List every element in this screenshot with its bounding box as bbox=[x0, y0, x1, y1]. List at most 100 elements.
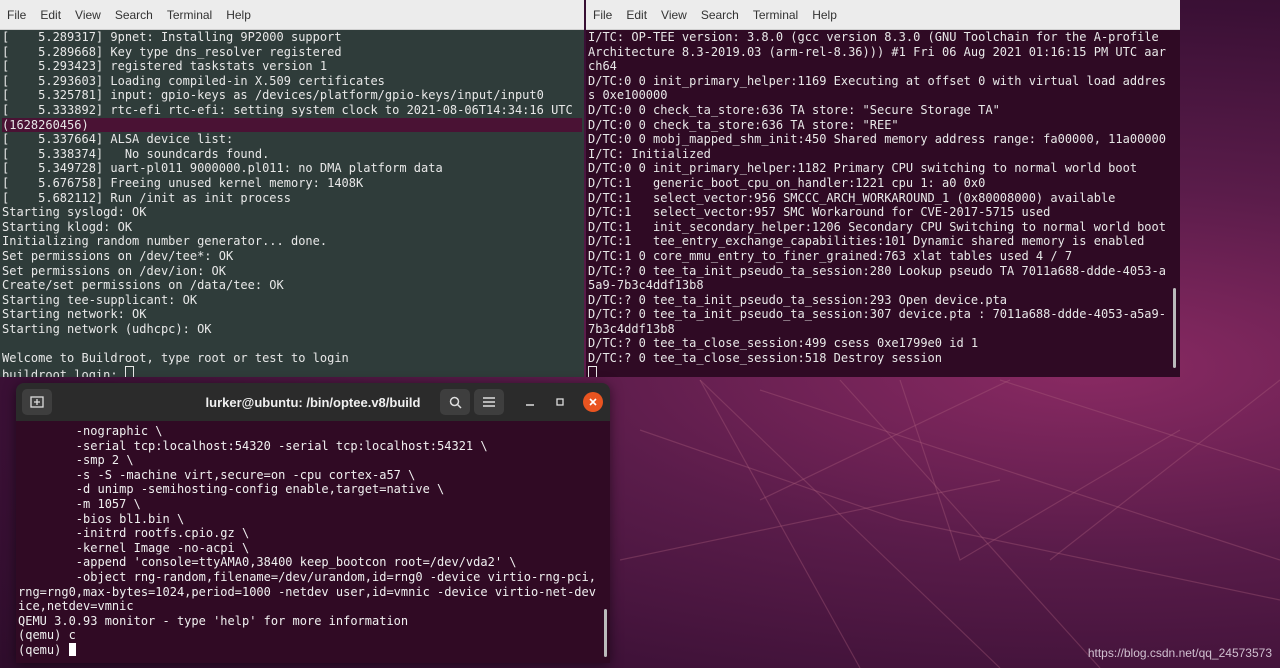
terminal-line: -bios bl1.bin \ bbox=[18, 511, 185, 526]
terminal-line: [ 5.293603] Loading compiled-in X.509 ce… bbox=[2, 73, 385, 88]
terminal-line: -s -S -machine virt,secure=on -cpu corte… bbox=[18, 467, 416, 482]
terminal-line-highlighted: (1628260456) bbox=[2, 117, 582, 133]
minimize-button[interactable] bbox=[520, 392, 540, 412]
terminal-line: [ 5.676758] Freeing unused kernel memory… bbox=[2, 175, 364, 190]
text-cursor bbox=[68, 642, 76, 656]
menu-search[interactable]: Search bbox=[694, 8, 746, 22]
menu-help[interactable]: Help bbox=[219, 8, 258, 22]
terminal-line: D/TC:1 generic_boot_cpu_on_handler:1221 … bbox=[588, 175, 986, 190]
qemu-prompt: (qemu) bbox=[18, 642, 69, 657]
terminal-line: -append 'console=ttyAMA0,38400 keep_boot… bbox=[18, 555, 517, 570]
terminal-line: D/TC:0 0 init_primary_helper:1169 Execut… bbox=[588, 73, 1166, 88]
terminal-line: Initializing random number generator... … bbox=[2, 234, 328, 249]
qemu-prompt-line[interactable]: (qemu) bbox=[18, 642, 608, 658]
terminal-line: [ 5.289317] 9pnet: Installing 9P2000 sup… bbox=[2, 30, 342, 44]
terminal-line: D/TC:1 tee_entry_exchange_capabilities:1… bbox=[588, 234, 1145, 249]
terminal-line: I/TC: OP-TEE version: 3.8.0 (gcc version… bbox=[588, 30, 1159, 44]
terminal-line: Set permissions on /dev/tee*: OK bbox=[2, 248, 234, 263]
terminal-line: -nographic \ bbox=[18, 424, 163, 438]
terminal-line: D/TC:0 0 mobj_mapped_shm_init:450 Shared… bbox=[588, 132, 1166, 147]
menu-help[interactable]: Help bbox=[805, 8, 844, 22]
scrollbar[interactable] bbox=[1173, 288, 1176, 368]
menu-view[interactable]: View bbox=[654, 8, 694, 22]
minimize-icon bbox=[526, 404, 534, 406]
terminal-line: -m 1057 \ bbox=[18, 496, 141, 511]
terminal-line: D/TC:? 0 tee_ta_close_session:518 Destro… bbox=[588, 351, 943, 366]
terminal-line: -d unimp -semihosting-config enable,targ… bbox=[18, 482, 445, 497]
terminal-line: D/TC:1 select_vector:956 SMCCC_ARCH_WORK… bbox=[588, 190, 1116, 205]
terminal-line: [ 5.333892] rtc-efi rtc-efi: setting sys… bbox=[2, 102, 573, 117]
secure-world-terminal-window[interactable]: File Edit View Search Terminal Help I/TC… bbox=[586, 0, 1180, 377]
terminal-line: -smp 2 \ bbox=[18, 453, 134, 468]
terminal-line: Starting network (udhcpc): OK bbox=[2, 321, 212, 336]
login-prompt-line[interactable]: buildroot login: bbox=[2, 365, 582, 377]
search-button[interactable] bbox=[440, 389, 470, 415]
build-terminal-window[interactable]: lurker@ubuntu: /bin/optee.v8/build -nogr… bbox=[16, 383, 610, 663]
text-cursor bbox=[588, 365, 597, 377]
menu-file[interactable]: File bbox=[0, 8, 33, 22]
terminal-line: -serial tcp:localhost:54320 -serial tcp:… bbox=[18, 438, 488, 453]
terminal-line: ch64 bbox=[588, 59, 617, 74]
menu-edit[interactable]: Edit bbox=[33, 8, 68, 22]
terminal-line: -kernel Image -no-acpi \ bbox=[18, 540, 250, 555]
terminal-output[interactable]: -nographic \ -serial tcp:localhost:54320… bbox=[16, 421, 610, 663]
terminal-output[interactable]: [ 5.289317] 9pnet: Installing 9P2000 sup… bbox=[0, 30, 584, 377]
cursor-line[interactable] bbox=[588, 365, 1178, 377]
terminal-line: D/TC:? 0 tee_ta_init_pseudo_ta_session:2… bbox=[588, 292, 1008, 307]
hamburger-menu-button[interactable] bbox=[474, 389, 504, 415]
menu-terminal[interactable]: Terminal bbox=[160, 8, 219, 22]
new-tab-icon bbox=[30, 396, 44, 408]
terminal-line: D/TC:? 0 tee_ta_close_session:499 csess … bbox=[588, 336, 979, 351]
login-prompt: buildroot login: bbox=[2, 367, 125, 377]
terminal-line: -object rng-random,filename=/dev/urandom… bbox=[18, 569, 596, 584]
menubar: File Edit View Search Terminal Help bbox=[0, 0, 584, 30]
terminal-line: QEMU 3.0.93 monitor - type 'help' for mo… bbox=[18, 613, 409, 628]
scrollbar[interactable] bbox=[604, 609, 607, 657]
terminal-line: Starting network: OK bbox=[2, 307, 147, 322]
terminal-line: rng=rng0,max-bytes=1024,period=1000 -net… bbox=[18, 584, 596, 599]
menu-search[interactable]: Search bbox=[108, 8, 160, 22]
terminal-line: (qemu) c bbox=[18, 628, 76, 643]
maximize-button[interactable] bbox=[550, 392, 570, 412]
terminal-line: [ 5.289668] Key type dns_resolver regist… bbox=[2, 44, 342, 59]
menu-edit[interactable]: Edit bbox=[619, 8, 654, 22]
terminal-line: D/TC:? 0 tee_ta_init_pseudo_ta_session:2… bbox=[588, 263, 1166, 278]
text-cursor bbox=[124, 365, 134, 377]
terminal-line: Starting klogd: OK bbox=[2, 219, 133, 234]
new-tab-button[interactable] bbox=[22, 389, 52, 415]
terminal-line: 5a9-7b3c4ddf13b8 bbox=[588, 278, 704, 293]
terminal-line: Starting tee-supplicant: OK bbox=[2, 292, 198, 307]
terminal-line: D/TC:1 0 core_mmu_entry_to_finer_grained… bbox=[588, 248, 1073, 263]
terminal-line: I/TC: Initialized bbox=[588, 146, 711, 161]
terminal-line: [ 5.325781] input: gpio-keys as /devices… bbox=[2, 88, 544, 103]
terminal-line: 7b3c4ddf13b8 bbox=[588, 321, 675, 336]
terminal-line: Starting syslogd: OK bbox=[2, 205, 147, 220]
menu-view[interactable]: View bbox=[68, 8, 108, 22]
terminal-line: Architecture 8.3-2019.03 (arm-rel-8.36))… bbox=[588, 44, 1166, 59]
terminal-line: D/TC:0 0 check_ta_store:636 TA store: "S… bbox=[588, 102, 1000, 117]
close-icon bbox=[589, 398, 597, 406]
terminal-line: Create/set permissions on /data/tee: OK bbox=[2, 278, 284, 293]
normal-world-terminal-window[interactable]: File Edit View Search Terminal Help [ 5.… bbox=[0, 0, 584, 377]
terminal-line: [ 5.338374] No soundcards found. bbox=[2, 146, 270, 161]
terminal-line: D/TC:0 0 init_primary_helper:1182 Primar… bbox=[588, 161, 1138, 176]
terminal-line: D/TC:? 0 tee_ta_init_pseudo_ta_session:3… bbox=[588, 307, 1166, 322]
menu-file[interactable]: File bbox=[586, 8, 619, 22]
terminal-line: D/TC:1 select_vector:957 SMC Workaround … bbox=[588, 205, 1051, 220]
maximize-icon bbox=[556, 398, 564, 406]
close-button[interactable] bbox=[583, 392, 603, 412]
terminal-line: -initrd rootfs.cpio.gz \ bbox=[18, 526, 250, 541]
terminal-line: D/TC:1 init_secondary_helper:1206 Second… bbox=[588, 219, 1166, 234]
terminal-line: s 0xe100000 bbox=[588, 88, 668, 103]
terminal-line: Welcome to Buildroot, type root or test … bbox=[2, 351, 349, 366]
terminal-line: D/TC:0 0 check_ta_store:636 TA store: "R… bbox=[588, 117, 899, 132]
terminal-output[interactable]: I/TC: OP-TEE version: 3.8.0 (gcc version… bbox=[586, 30, 1180, 377]
hamburger-menu-icon bbox=[483, 397, 495, 407]
menu-terminal[interactable]: Terminal bbox=[746, 8, 805, 22]
terminal-line: [ 5.337664] ALSA device list: bbox=[2, 132, 234, 147]
title-bar[interactable]: lurker@ubuntu: /bin/optee.v8/build bbox=[16, 383, 610, 421]
terminal-line: ice,netdev=vmnic bbox=[18, 599, 134, 614]
search-icon bbox=[449, 396, 462, 409]
menubar: File Edit View Search Terminal Help bbox=[586, 0, 1180, 30]
